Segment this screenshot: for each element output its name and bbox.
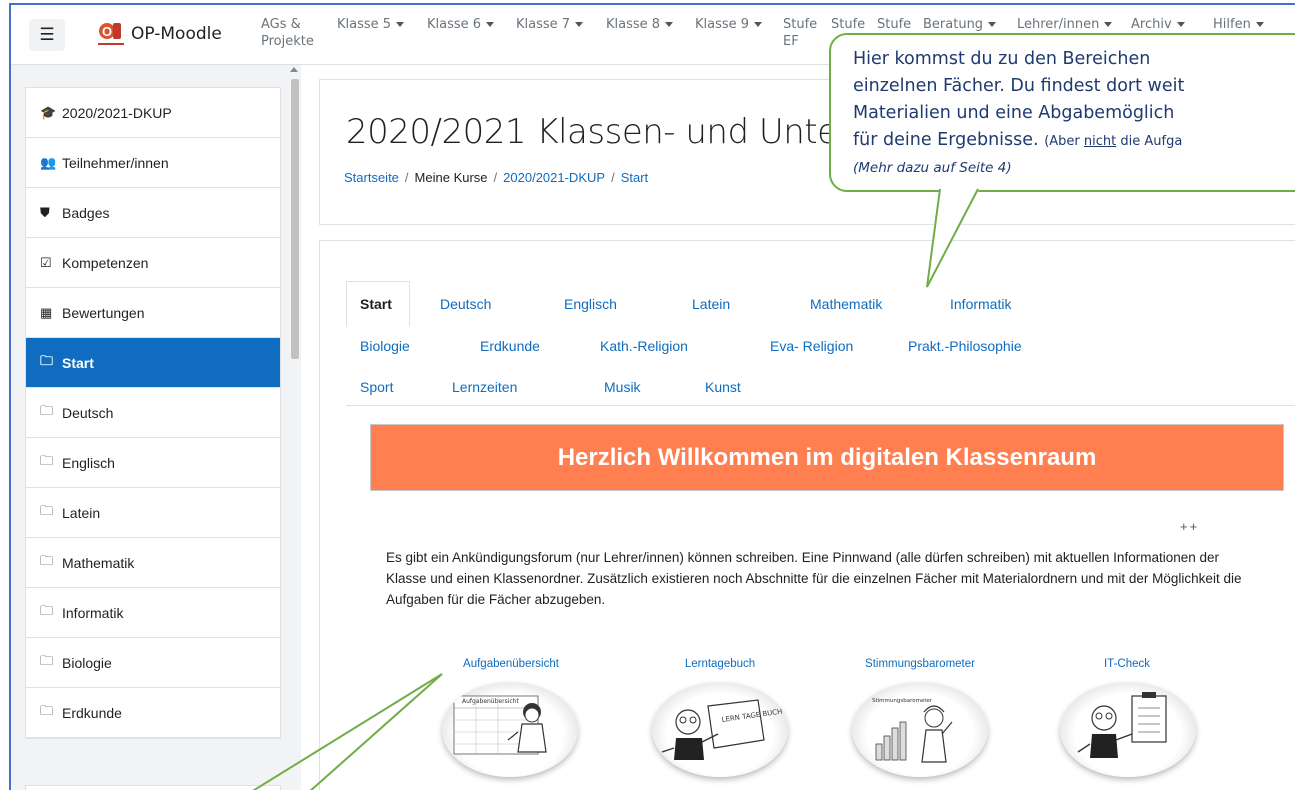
annotation-arrows	[252, 188, 979, 790]
screenshot-frame: ☰ O OP-Moodle AGs & Projekte Klasse 5 Kl…	[9, 3, 1295, 790]
